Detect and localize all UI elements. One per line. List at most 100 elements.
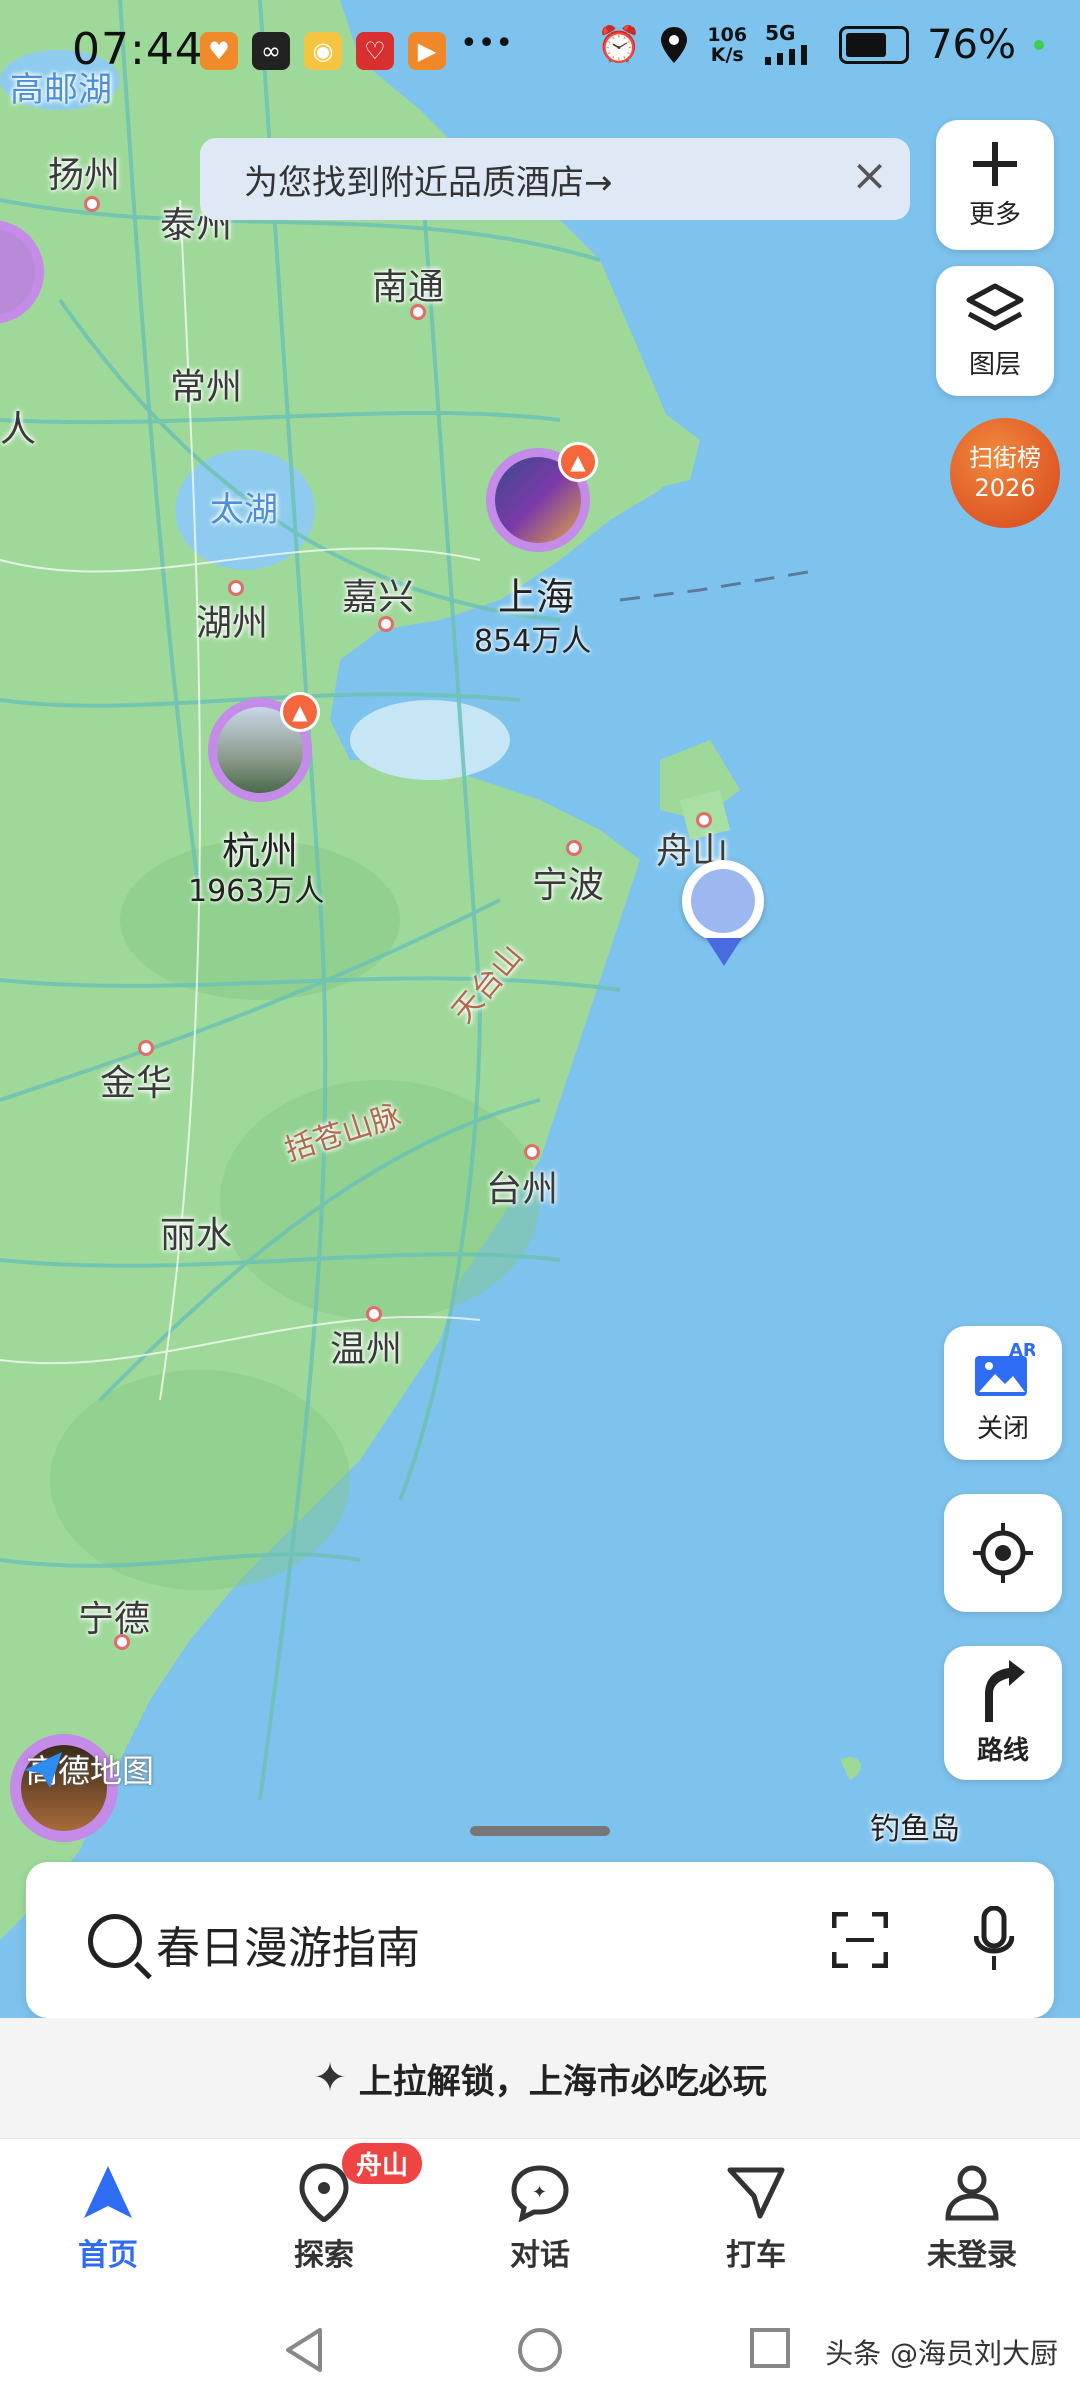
tab-home-label: 首页 bbox=[78, 2238, 138, 2273]
map-label-taihu[interactable]: 太湖 bbox=[210, 482, 278, 531]
battery-icon bbox=[839, 26, 910, 64]
tab-explore[interactable]: 探索 舟山 bbox=[216, 2139, 432, 2297]
sparkle-icon: ✦ bbox=[313, 2055, 347, 2101]
signal-indicator: 5G bbox=[765, 23, 821, 68]
map-label-nantong[interactable]: 南通 bbox=[372, 258, 444, 310]
street-rank-badge[interactable]: 扫街榜 2026 bbox=[950, 418, 1060, 528]
map-label-lishui[interactable]: 丽水 bbox=[160, 1206, 232, 1258]
route-button[interactable]: 路线 bbox=[944, 1646, 1062, 1780]
network-type: 5G bbox=[765, 20, 796, 45]
map-label-diaoyu[interactable]: 钓鱼岛 bbox=[870, 1804, 960, 1848]
route-arrow-icon bbox=[985, 1659, 1025, 1722]
network-speed-value: 106 bbox=[707, 24, 748, 46]
search-input[interactable]: 春日漫游指南 bbox=[156, 1912, 420, 1976]
status-time: 07:44 bbox=[72, 24, 204, 75]
unlock-text: 上拉解锁，上海市必吃必玩 bbox=[358, 2061, 767, 2102]
city-dot bbox=[114, 1634, 130, 1650]
user-icon bbox=[945, 2165, 999, 2221]
tab-taxi[interactable]: 打车 bbox=[648, 2139, 864, 2297]
close-icon[interactable]: × bbox=[851, 150, 888, 201]
map-pop-shanghai: 854万人 bbox=[474, 624, 592, 659]
flame-icon: ▲ bbox=[280, 692, 320, 732]
city-dot bbox=[378, 616, 394, 632]
city-dot bbox=[410, 304, 426, 320]
svg-text:AR: AR bbox=[1009, 1342, 1035, 1361]
weibo-icon: ◉ bbox=[304, 32, 342, 70]
plus-icon bbox=[973, 141, 1017, 186]
network-speed-unit: K/s bbox=[710, 44, 744, 66]
ar-close-button[interactable]: AR 关闭 bbox=[944, 1326, 1062, 1460]
tab-login-label: 未登录 bbox=[927, 2238, 1017, 2273]
ar-image-icon: AR bbox=[975, 1342, 1035, 1396]
map-label-wenzhou[interactable]: 温州 bbox=[330, 1320, 402, 1372]
ar-close-label: 关闭 bbox=[976, 1413, 1029, 1444]
map-label-ningde[interactable]: 宁德 bbox=[78, 1590, 150, 1642]
map-label-jinhua[interactable]: 金华 bbox=[100, 1054, 172, 1106]
navigation-arrow-icon bbox=[84, 2166, 132, 2218]
map-label-edge-ren: 人 bbox=[0, 409, 37, 450]
shanghai-photo-pin[interactable]: ▲ bbox=[486, 442, 598, 552]
map-label-taizhou-zj[interactable]: 台州 bbox=[486, 1160, 558, 1212]
route-label: 路线 bbox=[976, 1735, 1029, 1766]
svg-text:✦: ✦ bbox=[532, 2182, 547, 2203]
more-label: 更多 bbox=[968, 199, 1021, 230]
video-icon: ▶ bbox=[408, 32, 446, 70]
city-dot bbox=[566, 840, 582, 856]
more-notifications-icon: ••• bbox=[460, 26, 514, 61]
chat-bubble-icon: ✦ bbox=[511, 2165, 569, 2222]
status-bar: 07:44 ♥ ∞ ◉ ♡ ▶ ••• ⏰ 106 K/s 5G 76% bbox=[0, 0, 1080, 100]
amap-logo-icon bbox=[24, 1752, 62, 1788]
layers-button[interactable]: 图层 bbox=[936, 266, 1054, 396]
search-icon bbox=[88, 1914, 142, 1968]
map-label-jiaxing[interactable]: 嘉兴 bbox=[342, 568, 414, 620]
map-label-ningbo[interactable]: 宁波 bbox=[532, 856, 604, 908]
sheet-drag-handle[interactable] bbox=[470, 1826, 610, 1836]
layers-icon bbox=[966, 283, 1024, 330]
back-icon[interactable] bbox=[284, 2326, 324, 2374]
unlock-prompt[interactable]: ✦ 上拉解锁，上海市必吃必玩 bbox=[0, 2018, 1080, 2138]
taxi-icon bbox=[727, 2167, 785, 2219]
tab-chat-label: 对话 bbox=[510, 2238, 570, 2273]
city-dot bbox=[524, 1144, 540, 1160]
city-dot bbox=[696, 812, 712, 828]
shopping-icon: ♡ bbox=[356, 32, 394, 70]
map-label-changzhou[interactable]: 常州 bbox=[170, 358, 242, 410]
app-link-icon: ∞ bbox=[252, 32, 290, 70]
city-dot bbox=[228, 580, 244, 596]
locate-button[interactable] bbox=[944, 1494, 1062, 1612]
map-label-yangzhou[interactable]: 扬州 bbox=[48, 146, 120, 198]
map-label-huzhou[interactable]: 湖州 bbox=[196, 594, 268, 646]
microphone-icon[interactable] bbox=[974, 1906, 1014, 1974]
rank-title: 扫街榜 bbox=[969, 444, 1041, 472]
location-icon bbox=[661, 27, 688, 63]
signal-bars-icon bbox=[765, 44, 808, 65]
hotel-banner[interactable]: 为您找到附近品质酒店→ × bbox=[200, 138, 910, 220]
recents-icon[interactable] bbox=[748, 2326, 792, 2370]
map-terrain bbox=[0, 0, 1080, 2000]
watermark: 头条 @海员刘大厨 bbox=[825, 2337, 1058, 2370]
map-canvas[interactable]: 高邮湖 扬州 泰州 南通 常州 太湖 湖州 嘉兴 上海 854万人 杭州 196… bbox=[0, 0, 1080, 2000]
network-speed: 106 K/s bbox=[707, 25, 747, 65]
app-heart-icon: ♥ bbox=[200, 32, 238, 70]
system-nav-bar: 头条 @海员刘大厨 bbox=[0, 2296, 1080, 2400]
search-bar[interactable]: 春日漫游指南 bbox=[26, 1862, 1054, 2018]
hotel-banner-text[interactable]: 为您找到附近品质酒店→ bbox=[244, 155, 613, 204]
explore-badge: 舟山 bbox=[342, 2143, 423, 2184]
flame-icon: ▲ bbox=[558, 442, 598, 482]
city-dot bbox=[366, 1306, 382, 1322]
tab-chat[interactable]: ✦ 对话 bbox=[432, 2139, 648, 2297]
tab-login[interactable]: 未登录 bbox=[864, 2139, 1080, 2297]
tab-home[interactable]: 首页 bbox=[0, 2139, 216, 2297]
rank-year: 2026 bbox=[974, 474, 1036, 502]
bottom-tab-bar: 首页 探索 舟山 ✦ 对话 打车 未登录 bbox=[0, 2138, 1080, 2297]
home-icon[interactable] bbox=[516, 2326, 564, 2374]
map-label-shanghai[interactable]: 上海 bbox=[498, 566, 574, 621]
layers-label: 图层 bbox=[968, 349, 1021, 380]
city-dot bbox=[84, 196, 100, 212]
notification-icons: ♥ ∞ ◉ ♡ ▶ ••• bbox=[200, 26, 513, 70]
scan-icon[interactable] bbox=[832, 1912, 888, 1968]
city-dot bbox=[138, 1040, 154, 1056]
hangzhou-photo-pin[interactable]: ▲ bbox=[208, 692, 320, 802]
my-location-marker[interactable] bbox=[682, 860, 764, 942]
more-button[interactable]: 更多 bbox=[936, 120, 1054, 250]
